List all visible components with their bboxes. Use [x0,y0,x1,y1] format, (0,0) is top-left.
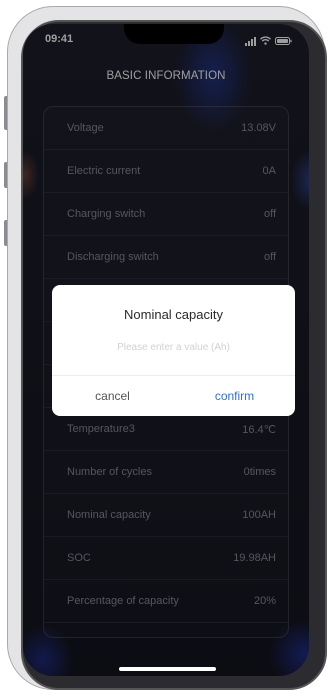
cancel-button[interactable]: cancel [52,376,173,416]
confirm-button[interactable]: confirm [174,376,295,416]
dialog-title: Nominal capacity [124,307,223,322]
nominal-capacity-dialog: Nominal capacity cancel confirm [52,285,295,416]
capacity-input[interactable] [72,337,275,357]
app-screen: 09:41 BASIC INFORMATION Voltage 13.08V E… [23,24,309,676]
home-indicator[interactable] [119,667,216,671]
